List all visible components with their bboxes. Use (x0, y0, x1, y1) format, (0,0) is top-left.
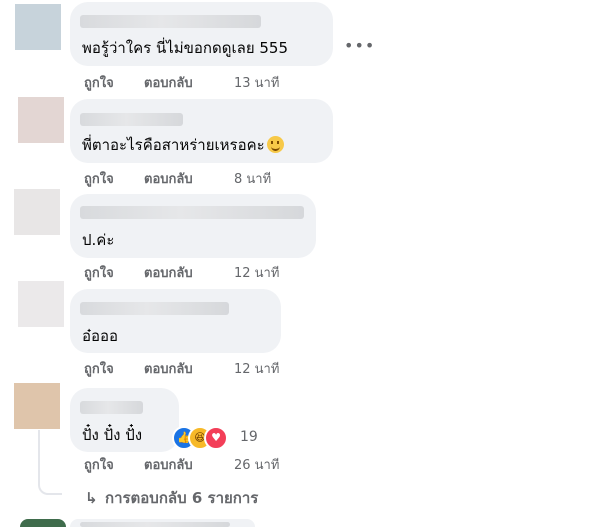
author-name-redacted[interactable] (80, 522, 230, 527)
reply-arrow-icon: ↳ (85, 489, 98, 507)
author-name-redacted[interactable] (80, 302, 229, 315)
author-name-redacted[interactable] (80, 206, 304, 219)
author-name-redacted[interactable] (80, 15, 261, 28)
comment-bubble: ปั๋ง ปั๋ง ปั๋ง (70, 388, 179, 452)
love-icon: ♥ (204, 426, 228, 450)
view-replies-link[interactable]: ↳ การตอบกลับ 6 รายการ (85, 486, 258, 510)
reply-button[interactable]: ตอบกลับ (144, 362, 193, 378)
avatar[interactable] (20, 519, 66, 527)
reply-button[interactable]: ตอบกลับ (144, 76, 193, 92)
reply-button[interactable]: ตอบกลับ (144, 266, 193, 282)
comment-bubble: พอรู้ว่าใคร นี่ไม่ขอกดดูเลย 555 (70, 2, 333, 66)
comment-bubble: อ๋อออ (70, 289, 281, 353)
thread-connector (38, 430, 62, 495)
timestamp[interactable]: 8 นาที (234, 172, 271, 188)
comment-bubble: ป.ค่ะ (70, 194, 316, 258)
timestamp[interactable]: 13 นาที (234, 76, 279, 92)
more-horizontal-icon[interactable]: ••• (344, 36, 375, 55)
view-replies-label: การตอบกลับ 6 รายการ (105, 489, 259, 507)
reaction-count: 19 (240, 429, 258, 445)
like-button[interactable]: ถูกใจ (84, 172, 114, 188)
reply-button[interactable]: ตอบกลับ (144, 172, 193, 188)
reply-button[interactable]: ตอบกลับ (144, 458, 193, 474)
author-name-redacted[interactable] (80, 401, 143, 414)
like-button[interactable]: ถูกใจ (84, 458, 114, 474)
comment-text: ป.ค่ะ (82, 231, 115, 249)
avatar[interactable] (14, 189, 60, 235)
comment-text: ปั๋ง ปั๋ง ปั๋ง (82, 426, 143, 444)
comment-text: อ๋อออ (82, 327, 119, 345)
comment-text-body: พี่ตาอะไรคือสาหร่ายเหรอคะ (82, 136, 265, 154)
comment-bubble: พี่ตาอะไรคือสาหร่ายเหรอคะ (70, 99, 333, 163)
grinning-sweat-emoji-icon (266, 136, 284, 153)
comment-text: พี่ตาอะไรคือสาหร่ายเหรอคะ (82, 135, 284, 155)
author-name-redacted[interactable] (80, 113, 183, 126)
avatar[interactable] (14, 383, 60, 429)
like-button[interactable]: ถูกใจ (84, 76, 114, 92)
avatar[interactable] (18, 281, 64, 327)
avatar[interactable] (15, 4, 61, 50)
timestamp[interactable]: 12 นาที (234, 266, 279, 282)
comment-bubble (70, 519, 255, 527)
like-button[interactable]: ถูกใจ (84, 362, 114, 378)
timestamp[interactable]: 12 นาที (234, 362, 279, 378)
like-button[interactable]: ถูกใจ (84, 266, 114, 282)
timestamp[interactable]: 26 นาที (234, 458, 279, 474)
avatar[interactable] (18, 97, 64, 143)
comment-text: พอรู้ว่าใคร นี่ไม่ขอกดดูเลย 555 (82, 39, 289, 57)
